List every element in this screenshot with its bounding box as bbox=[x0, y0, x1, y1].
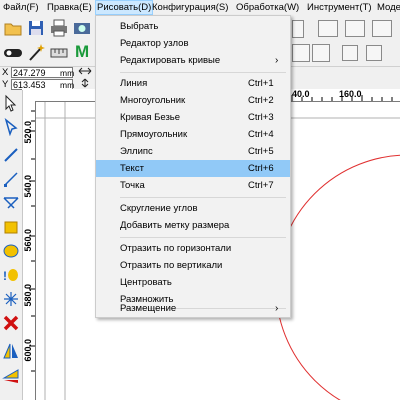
ruler-label: 160.0 bbox=[339, 89, 362, 99]
ruler-label: 580.0 bbox=[23, 284, 33, 307]
open-folder-icon[interactable] bbox=[3, 18, 23, 38]
submenu-arrow-icon: › bbox=[275, 55, 279, 66]
vertical-ruler: 520.0 540.0 560.0 580.0 600.0 bbox=[23, 101, 36, 400]
ruler-label: 540.0 bbox=[23, 175, 33, 198]
menu-item-flip-horizontal[interactable]: Отразить по горизонтали bbox=[96, 240, 290, 257]
menu-item-add-dimension[interactable]: Добавить метку размера bbox=[96, 217, 290, 234]
y-label: Y bbox=[2, 79, 9, 90]
toggle-icon[interactable] bbox=[3, 43, 23, 63]
ruler-label: 600.0 bbox=[23, 339, 33, 362]
delete-icon[interactable] bbox=[2, 314, 20, 332]
x-unit: mm bbox=[60, 68, 75, 78]
point-tool-icon[interactable] bbox=[2, 290, 20, 308]
menu-item-ellipse[interactable]: Эллипс Ctrl+5 bbox=[96, 143, 290, 160]
polyline-icon[interactable] bbox=[2, 170, 20, 188]
menu-item-point[interactable]: Точка Ctrl+7 bbox=[96, 177, 290, 194]
select-arrow-icon[interactable] bbox=[2, 94, 20, 112]
menu-item-center[interactable]: Центровать bbox=[96, 274, 290, 291]
x-value: 247.279 bbox=[13, 68, 46, 78]
drawing-toolbox: ! bbox=[0, 90, 23, 400]
ellipse-icon[interactable] bbox=[2, 242, 20, 260]
menu-item-node-editor[interactable]: Редактор узлов bbox=[96, 35, 290, 52]
menu-item-text[interactable]: Текст Ctrl+6 bbox=[96, 160, 290, 177]
mirror-icon[interactable] bbox=[2, 342, 20, 360]
draw-menu-dropdown: Выбрать Редактор узлов Редактировать кри… bbox=[95, 15, 291, 318]
menu-config[interactable]: Конфигурация(S) bbox=[152, 1, 228, 15]
menubar: Файл(F) Правка(E) Рисовать(D) Конфигурац… bbox=[0, 0, 400, 15]
menu-item-rectangle[interactable]: Прямоугольник Ctrl+4 bbox=[96, 126, 290, 143]
line-icon[interactable] bbox=[2, 146, 20, 164]
menu-item-bezier[interactable]: Кривая Безье Ctrl+3 bbox=[96, 109, 290, 126]
menu-edit[interactable]: Правка(E) bbox=[47, 1, 92, 15]
checkbox-option[interactable] bbox=[366, 45, 382, 61]
camera-icon[interactable] bbox=[72, 18, 92, 38]
menu-item-select[interactable]: Выбрать bbox=[96, 18, 290, 35]
expand-arrow-icon[interactable] bbox=[78, 78, 92, 88]
rectangle-icon[interactable] bbox=[2, 218, 20, 236]
ruler-icon[interactable] bbox=[49, 43, 69, 63]
menu-separator bbox=[120, 72, 286, 73]
node-editor-icon[interactable] bbox=[2, 117, 20, 137]
toolbar-button[interactable] bbox=[345, 20, 365, 37]
ruler-label: 520.0 bbox=[23, 121, 33, 144]
menu-item-polygon[interactable]: Многоугольник Ctrl+2 bbox=[96, 92, 290, 109]
menu-item-placement[interactable]: Размещение › bbox=[96, 301, 290, 317]
checkbox-option[interactable] bbox=[342, 45, 358, 61]
toolbar-button[interactable] bbox=[372, 20, 392, 37]
print-icon[interactable] bbox=[49, 18, 69, 38]
menu-item-round-corners[interactable]: Скругление углов bbox=[96, 200, 290, 217]
menu-separator bbox=[120, 237, 286, 238]
ruler-label: 40.0 bbox=[292, 89, 310, 99]
menu-file[interactable]: Файл(F) bbox=[3, 1, 39, 15]
menu-model[interactable]: Моде bbox=[377, 1, 400, 15]
menu-tools[interactable]: Инструмент(T) bbox=[307, 1, 372, 15]
menu-draw[interactable]: Рисовать(D) bbox=[95, 0, 154, 15]
menu-processing[interactable]: Обработка(W) bbox=[236, 1, 299, 15]
ruler-label: 560.0 bbox=[23, 229, 33, 252]
menu-item-edit-curves[interactable]: Редактировать кривые › bbox=[96, 52, 290, 69]
submenu-arrow-icon: › bbox=[275, 303, 279, 314]
flip-icon[interactable] bbox=[2, 366, 20, 384]
expand-arrow-icon[interactable] bbox=[78, 66, 92, 76]
checkbox-option[interactable] bbox=[312, 44, 330, 62]
m-tool-label[interactable]: M bbox=[75, 42, 89, 62]
text-tool-icon[interactable]: ! bbox=[2, 266, 20, 284]
menu-item-flip-vertical[interactable]: Отразить по вертикали bbox=[96, 257, 290, 274]
toolbar-button[interactable] bbox=[292, 20, 304, 38]
toolbar-button[interactable] bbox=[318, 20, 338, 37]
menu-item-line[interactable]: Линия Ctrl+1 bbox=[96, 75, 290, 92]
menu-separator bbox=[120, 197, 286, 198]
red-circle-shape bbox=[275, 154, 400, 400]
save-icon[interactable] bbox=[26, 18, 46, 38]
x-label: X bbox=[2, 67, 9, 78]
wand-icon[interactable] bbox=[26, 43, 46, 63]
checkbox-option[interactable] bbox=[292, 44, 310, 62]
svg-text:!: ! bbox=[3, 269, 7, 283]
bezier-icon[interactable] bbox=[2, 194, 20, 212]
